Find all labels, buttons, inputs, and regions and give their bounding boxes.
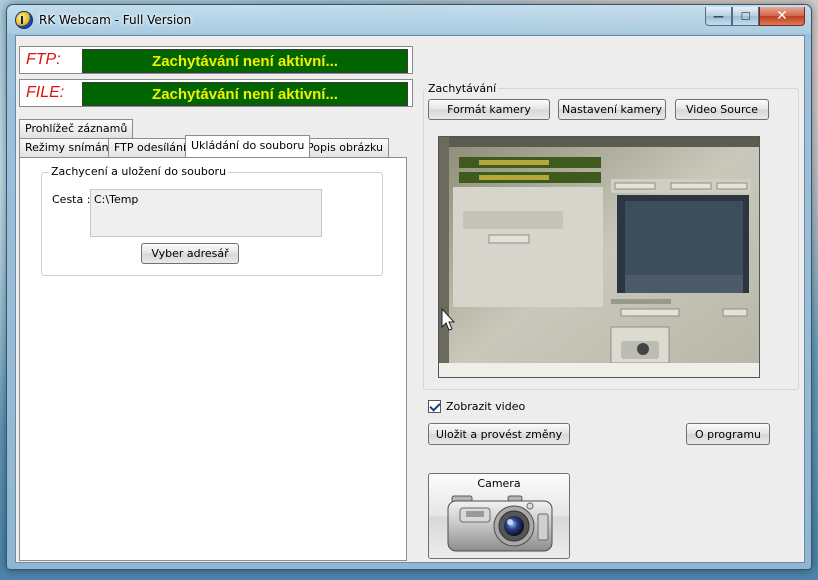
tab-popis-obrazku[interactable]: Popis obrázku bbox=[301, 138, 389, 157]
file-status-text: Zachytávání není aktivní... bbox=[82, 82, 408, 106]
choose-folder-button[interactable]: Vyber adresář bbox=[141, 243, 239, 264]
save-to-file-panel: Zachycení a uložení do souboru Cesta : C… bbox=[19, 157, 407, 561]
video-preview-image bbox=[439, 137, 759, 377]
file-status-row: FILE: Zachytávání není aktivní... bbox=[19, 79, 413, 107]
app-window: RK Webcam - Full Version — ☐ ✕ FTP: Zach… bbox=[6, 4, 812, 570]
client-area: FTP: Zachytávání není aktivní... FILE: Z… bbox=[15, 35, 805, 563]
caption-buttons: — ☐ ✕ bbox=[705, 7, 805, 27]
tab-ftp-odesilani[interactable]: FTP odesílání bbox=[108, 138, 193, 157]
video-source-button[interactable]: Video Source bbox=[675, 99, 769, 120]
video-preview bbox=[438, 136, 760, 378]
path-field[interactable]: C:\Temp bbox=[90, 189, 322, 237]
digital-camera-icon bbox=[447, 495, 553, 552]
maximize-button[interactable]: ☐ bbox=[732, 7, 759, 26]
about-button[interactable]: O programu bbox=[686, 423, 770, 445]
save-group-title: Zachycení a uložení do souboru bbox=[49, 165, 229, 178]
tab-rezimy-snimani[interactable]: Režimy snímání bbox=[19, 138, 118, 157]
ftp-status-text: Zachytávání není aktivní... bbox=[82, 49, 408, 73]
path-label: Cesta : bbox=[52, 193, 91, 206]
capture-group-title: Zachytávání bbox=[426, 82, 499, 95]
window-title: RK Webcam - Full Version bbox=[39, 13, 192, 27]
show-video-checkbox[interactable] bbox=[428, 400, 441, 413]
camera-button-label: Camera bbox=[477, 477, 521, 490]
show-video-label[interactable]: Zobrazit video bbox=[446, 400, 525, 413]
minimize-button[interactable]: — bbox=[705, 7, 732, 26]
close-button[interactable]: ✕ bbox=[759, 7, 805, 26]
ftp-status-row: FTP: Zachytávání není aktivní... bbox=[19, 46, 413, 74]
ftp-status-label: FTP: bbox=[26, 51, 61, 68]
camera-settings-button[interactable]: Nastavení kamery bbox=[558, 99, 666, 120]
app-icon[interactable] bbox=[15, 11, 33, 29]
tab-ukladani-do-souboru[interactable]: Ukládání do souboru bbox=[185, 135, 311, 157]
save-groupbox: Zachycení a uložení do souboru Cesta : C… bbox=[41, 165, 383, 276]
camera-format-button[interactable]: Formát kamery bbox=[428, 99, 550, 120]
title-bar[interactable]: RK Webcam - Full Version — ☐ ✕ bbox=[7, 5, 811, 35]
file-status-label: FILE: bbox=[26, 84, 65, 101]
save-apply-button[interactable]: Uložit a provést změny bbox=[428, 423, 570, 445]
camera-button[interactable]: Camera bbox=[428, 473, 570, 559]
tab-prohlizec-zaznamu[interactable]: Prohlížeč záznamů bbox=[19, 119, 134, 138]
